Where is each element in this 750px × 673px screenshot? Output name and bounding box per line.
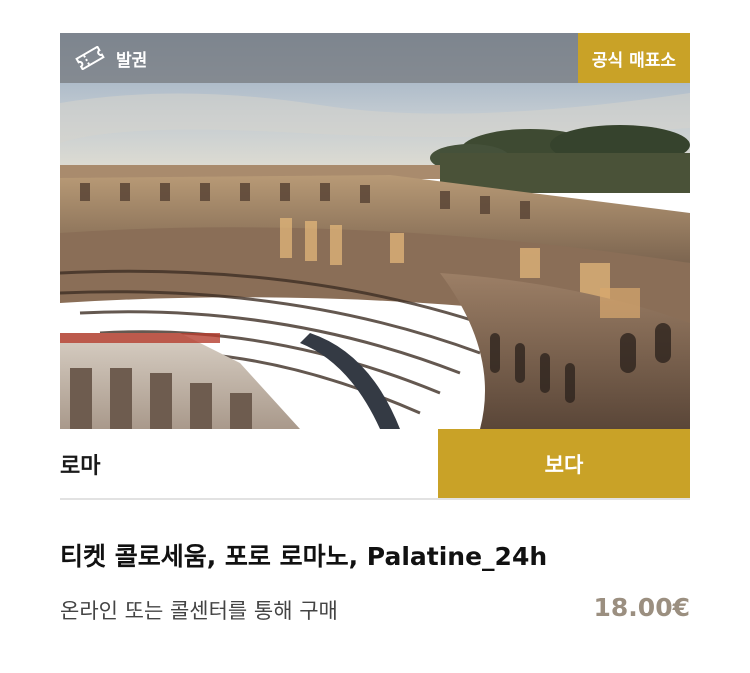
- product-title[interactable]: 티켓 콜로세움, 포로 로마노, Palatine_24h: [60, 537, 690, 573]
- ticket-tag: 발권: [74, 33, 147, 83]
- ticket-icon: [75, 46, 105, 70]
- view-button[interactable]: 보다: [438, 429, 690, 498]
- action-row: 로마 보다: [60, 429, 690, 500]
- product-subtitle: 온라인 또는 콜센터를 통해 구매: [60, 599, 338, 623]
- city-label: 로마: [60, 453, 101, 479]
- colosseum-image: [60, 33, 690, 429]
- product-card[interactable]: 발권 공식 매표소 로마 보다: [60, 33, 690, 500]
- image-top-bar: 발권 공식 매표소: [60, 33, 690, 83]
- ticket-label: 발권: [116, 50, 148, 71]
- colosseum-photo[interactable]: 발권 공식 매표소: [60, 33, 690, 429]
- official-badge: 공식 매표소: [577, 33, 690, 83]
- product-price: 18.00€: [593, 593, 690, 622]
